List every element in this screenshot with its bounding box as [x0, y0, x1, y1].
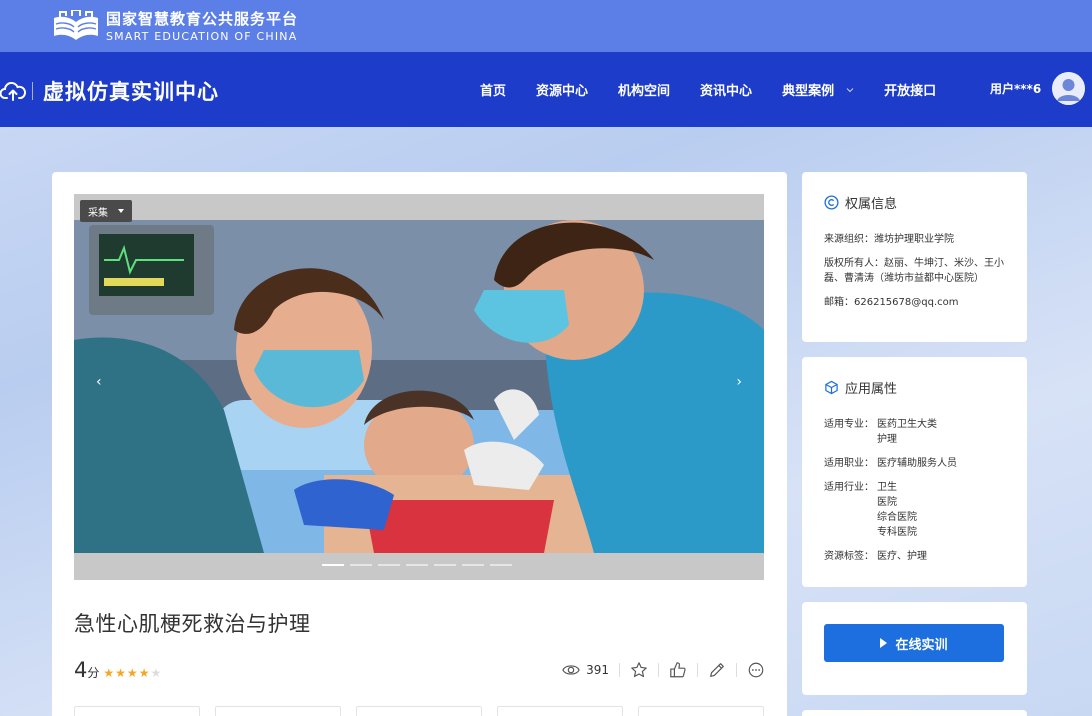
carousel-dot[interactable]	[434, 564, 456, 566]
attr-value: 医疗、护理	[877, 551, 927, 562]
user-menu[interactable]: 用户***6	[990, 72, 1086, 105]
attributes-panel: 应用属性 适用专业： 医药卫生大类 护理 适用职业： 医疗辅助服务人员 适用行业…	[802, 357, 1027, 587]
site-brand[interactable]: 虚拟仿真实训中心	[0, 76, 219, 106]
attr-label: 资源标签：	[824, 551, 874, 562]
detail-tab[interactable]	[215, 706, 341, 716]
platform-logo[interactable]: 国家智慧教育公共服务平台 SMART EDUCATION OF CHINA	[52, 10, 298, 44]
attr-row-industry: 适用行业： 卫生 医院 综合医院 专科医院	[824, 480, 1009, 540]
more-options-icon[interactable]	[747, 661, 765, 679]
carousel-dot[interactable]	[322, 564, 344, 566]
carousel-prev-arrow[interactable]: ‹	[96, 374, 102, 390]
carousel-pagination	[322, 564, 518, 566]
star-filled-icon: ★	[103, 666, 115, 680]
source-organization: 来源组织：潍坊护理职业学院	[824, 234, 954, 245]
detail-tab[interactable]	[74, 706, 200, 716]
play-icon	[880, 638, 888, 648]
divider	[658, 663, 659, 677]
rating-score: 4	[74, 658, 88, 682]
cube-icon	[825, 380, 838, 395]
nav-item-news[interactable]: 资讯中心	[700, 80, 752, 99]
resource-detail-card: 采集 ‹ › 急性心肌梗死救治与护理 4 分 ★ ★ ★ ★ ★ 391	[52, 172, 787, 716]
attr-label: 适用行业：	[824, 482, 874, 493]
rating-row: 4 分 ★ ★ ★ ★ ★	[74, 658, 162, 682]
copyright-owner: 版权所有人：赵丽、牛坤汀、米沙、王小磊、曹清涛（潍坊市益都中心医院）	[824, 258, 1004, 284]
site-title: 虚拟仿真实训中心	[43, 79, 219, 104]
attr-row-major: 适用专业： 医药卫生大类 护理	[824, 417, 1009, 447]
platform-name-cn: 国家智慧教育公共服务平台	[106, 10, 299, 28]
attr-value: 医院	[877, 497, 897, 508]
star-filled-icon: ★	[138, 666, 150, 680]
attr-row-tags: 资源标签： 医疗、护理	[824, 549, 1009, 564]
contact-email: 邮箱：626215678@qq.com	[824, 297, 959, 308]
eye-icon	[562, 665, 580, 675]
attr-row-occupation: 适用职业： 医疗辅助服务人员	[824, 456, 1009, 471]
nav-item-news-label: 资讯中心	[700, 84, 753, 99]
ownership-title: 权属信息	[845, 197, 898, 212]
attr-value: 医药卫生大类	[877, 419, 937, 430]
divider	[619, 663, 620, 677]
star-favorite-icon[interactable]	[630, 661, 648, 679]
brand-divider	[32, 82, 33, 100]
detail-tab[interactable]	[497, 706, 623, 716]
rating-unit: 分	[87, 666, 100, 680]
attributes-title: 应用属性	[845, 382, 898, 397]
carousel-slide-image	[74, 220, 764, 553]
attr-value: 综合医院	[877, 512, 917, 523]
attr-label: 适用专业：	[824, 419, 874, 430]
platform-banner: 国家智慧教育公共服务平台 SMART EDUCATION OF CHINA	[0, 0, 1092, 52]
ownership-panel: 权属信息 来源组织：潍坊护理职业学院 版权所有人：赵丽、牛坤汀、米沙、王小磊、曹…	[802, 172, 1027, 342]
cloud-upload-icon	[0, 81, 26, 101]
detail-tab[interactable]	[356, 706, 482, 716]
image-carousel[interactable]: 采集 ‹ ›	[74, 194, 764, 580]
launch-panel: 在线实训	[802, 602, 1027, 695]
detail-tabs	[74, 706, 779, 716]
open-book-logo-icon	[54, 10, 98, 40]
online-training-label: 在线实训	[895, 637, 948, 653]
carousel-dot[interactable]	[490, 564, 512, 566]
nav-item-open-api[interactable]: 开放接口	[884, 80, 936, 99]
user-avatar-icon	[1052, 72, 1086, 105]
detail-tab[interactable]	[638, 706, 764, 716]
caret-down-icon	[118, 209, 124, 213]
user-name: 用户***6	[990, 82, 1042, 96]
collect-label: 采集	[88, 207, 108, 219]
pencil-edit-icon[interactable]	[708, 661, 726, 679]
attr-label: 适用职业：	[824, 458, 874, 469]
course-title: 急性心肌梗死救治与护理	[74, 612, 311, 636]
nav-item-resources[interactable]: 资源中心	[536, 80, 588, 99]
thumbs-up-icon[interactable]	[669, 661, 687, 679]
star-filled-icon: ★	[126, 666, 138, 680]
carousel-dot[interactable]	[378, 564, 400, 566]
attr-value: 卫生	[877, 482, 897, 493]
nav-item-cases-label: 典型案例	[782, 84, 835, 99]
divider	[697, 663, 698, 677]
carousel-next-arrow[interactable]: ›	[736, 374, 742, 390]
nav-menu: 首页 资源中心 机构空间 资讯中心 典型案例 开放接口	[480, 80, 966, 99]
view-count: 391	[586, 663, 609, 677]
nav-item-institutions[interactable]: 机构空间	[618, 80, 670, 99]
collect-dropdown-button[interactable]: 采集	[80, 200, 132, 222]
carousel-dot[interactable]	[406, 564, 428, 566]
avatar[interactable]	[1052, 72, 1086, 105]
attr-value: 护理	[877, 434, 897, 445]
attr-value: 医疗辅助服务人员	[877, 458, 957, 469]
chevron-down-icon	[846, 87, 854, 92]
online-training-button[interactable]: 在线实训	[824, 624, 1004, 662]
carousel-dot[interactable]	[350, 564, 372, 566]
nav-item-home[interactable]: 首页	[480, 80, 506, 99]
action-bar: 391	[562, 661, 765, 679]
attr-value: 专科医院	[877, 527, 917, 538]
main-nav-bar: 虚拟仿真实训中心 首页 资源中心 机构空间 资讯中心 典型案例 开放接口 用户*…	[0, 52, 1092, 127]
carousel-dot[interactable]	[462, 564, 484, 566]
divider	[736, 663, 737, 677]
copyright-icon	[824, 195, 839, 210]
nav-item-cases[interactable]: 典型案例	[782, 80, 854, 99]
next-panel	[802, 710, 1027, 716]
platform-name-en: SMART EDUCATION OF CHINA	[106, 30, 298, 43]
star-filled-icon: ★	[115, 666, 126, 680]
star-empty-icon: ★	[150, 666, 162, 680]
